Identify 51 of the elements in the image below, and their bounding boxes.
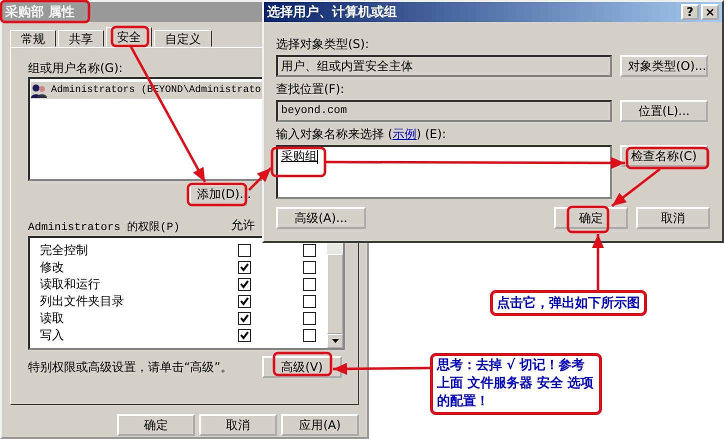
allow-checkbox[interactable] bbox=[238, 244, 251, 257]
allow-checkbox[interactable] bbox=[238, 261, 251, 274]
help-button[interactable]: ? bbox=[681, 4, 699, 20]
permission-name: 读取 bbox=[39, 310, 65, 327]
deny-checkbox[interactable] bbox=[303, 244, 316, 257]
location-label: 查找位置(F): bbox=[276, 81, 344, 98]
location-field[interactable]: beyond.com bbox=[276, 100, 612, 122]
callout-note: 思考：去掉 √ 切记！参考上面 文件服务器 安全 选项的配置！ bbox=[430, 353, 602, 415]
close-button[interactable]: × bbox=[701, 4, 719, 20]
arrow bbox=[248, 167, 272, 191]
permission-name: 写入 bbox=[39, 327, 65, 344]
tab[interactable]: 常规 bbox=[10, 30, 56, 47]
allow-header: 允许 bbox=[231, 217, 255, 234]
dialog-button[interactable]: 应用(A) bbox=[281, 414, 359, 436]
permission-name: 列出文件夹目录 bbox=[39, 293, 125, 310]
allow-checkbox[interactable] bbox=[238, 312, 251, 325]
highlight-frame bbox=[270, 146, 326, 178]
group-label: 组或用户名称(G): bbox=[28, 60, 123, 77]
advanced-button[interactable]: 高级(A)... bbox=[276, 207, 366, 229]
object-types-button[interactable]: 对象类型(O)... bbox=[620, 55, 708, 77]
deny-checkbox[interactable] bbox=[303, 312, 316, 325]
arrow bbox=[592, 234, 604, 290]
object-names-label: 输入对象名称来选择 (示例) (E): bbox=[276, 126, 446, 143]
tab[interactable]: 自定义 bbox=[154, 30, 212, 47]
cancel-button[interactable]: 取消 bbox=[636, 207, 710, 229]
highlight-frame bbox=[110, 26, 150, 48]
dialog-button[interactable]: 取消 bbox=[199, 414, 277, 436]
down-arrow-icon bbox=[332, 338, 338, 343]
locations-button[interactable]: 位置(L)... bbox=[620, 100, 708, 122]
advanced-hint: 特别权限或高级设置，请单击“高级”。 bbox=[28, 358, 232, 376]
permission-name: 完全控制 bbox=[39, 242, 89, 259]
deny-checkbox[interactable] bbox=[303, 329, 316, 342]
permission-name: 读取和运行 bbox=[39, 276, 101, 293]
dialog-button[interactable]: 确定 bbox=[117, 414, 195, 436]
callout-note: 点击它，弹出如下所示图 bbox=[490, 290, 647, 316]
deny-checkbox[interactable] bbox=[303, 261, 316, 274]
deny-checkbox[interactable] bbox=[303, 295, 316, 308]
highlight-frame bbox=[272, 352, 332, 376]
examples-link[interactable]: 示例 bbox=[392, 127, 416, 141]
permission-name: 修改 bbox=[39, 259, 65, 276]
allow-checkbox[interactable] bbox=[238, 295, 251, 308]
object-type-field[interactable]: 用户、组或内置安全主体 bbox=[276, 55, 612, 77]
allow-checkbox[interactable] bbox=[238, 329, 251, 342]
highlight-frame bbox=[566, 206, 610, 234]
permissions-label: Administrators 的权限(P) bbox=[28, 220, 181, 234]
users-icon bbox=[31, 82, 47, 98]
tab[interactable]: 共享 bbox=[58, 30, 104, 47]
allow-checkbox[interactable] bbox=[238, 278, 251, 291]
object-names-field[interactable]: 采购组 bbox=[276, 145, 612, 199]
object-type-label: 选择对象类型(S): bbox=[276, 36, 370, 53]
deny-checkbox[interactable] bbox=[303, 278, 316, 291]
